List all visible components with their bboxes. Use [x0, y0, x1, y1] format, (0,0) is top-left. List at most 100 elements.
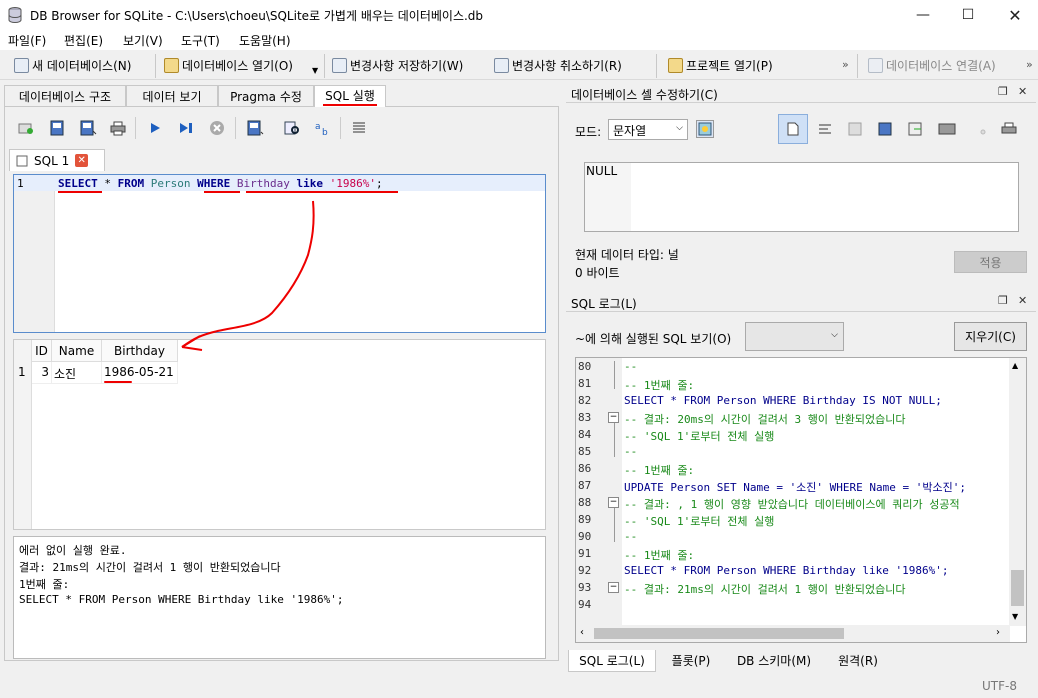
- apply-button[interactable]: 적용: [954, 251, 1027, 273]
- scroll-thumb[interactable]: [594, 628, 844, 639]
- scroll-left-icon[interactable]: ‹: [580, 627, 584, 638]
- log-line-text: --: [624, 445, 638, 458]
- mode-select[interactable]: 문자열 ⌵: [608, 119, 688, 140]
- open-database-button[interactable]: 데이터베이스 열기(O): [164, 56, 293, 74]
- auto-switch-mode-icon[interactable]: [696, 120, 714, 138]
- revert-changes-label: 변경사항 취소하기(R): [512, 58, 622, 73]
- sql-column-name: Birthday: [236, 177, 290, 190]
- close-tab-icon[interactable]: ✕: [75, 154, 89, 167]
- print-icon[interactable]: [109, 119, 127, 137]
- undock-icon[interactable]: ❐: [998, 85, 1008, 98]
- menu-bar: 파일(F) 편집(E) 보기(V) 도구(T) 도움말(H): [0, 30, 1038, 50]
- revert-changes-button[interactable]: 변경사항 취소하기(R): [494, 56, 622, 74]
- tab-sql-1[interactable]: SQL 1 ✕: [9, 149, 105, 171]
- log-line-text: -- 'SQL 1'로부터 전체 실행: [624, 430, 775, 443]
- tab-plot[interactable]: 플롯(P): [656, 650, 726, 671]
- menu-edit[interactable]: 편집(E): [64, 32, 103, 49]
- maximize-button[interactable]: ☐: [945, 0, 991, 30]
- set-null-icon[interactable]: [906, 120, 924, 138]
- cell-editor-panel: 모드: 문자열 ⌵ NULL 현재 데이터 타입: 널 0 바이트 적용: [566, 104, 1036, 290]
- word-wrap-icon[interactable]: [816, 120, 834, 138]
- execute-all-icon[interactable]: [146, 119, 164, 137]
- save-results-icon[interactable]: [246, 119, 264, 137]
- toolbar-overflow-icon-2[interactable]: »: [1026, 58, 1033, 71]
- save-sql-file-icon[interactable]: [79, 119, 97, 137]
- horizontal-scrollbar[interactable]: ‹ ›: [576, 625, 1010, 642]
- toolbar-separator: [656, 54, 657, 78]
- cell-value-editor[interactable]: NULL: [584, 162, 1019, 232]
- minimize-button[interactable]: —: [900, 0, 946, 30]
- open-folder-icon: [164, 57, 179, 73]
- main-tab-bar: 데이터베이스 구조 데이터 보기 Pragma 수정 SQL 실행: [4, 85, 564, 107]
- import-file-icon[interactable]: [846, 120, 864, 138]
- toolbar-overflow-icon[interactable]: »: [842, 58, 849, 71]
- scroll-thumb[interactable]: [1011, 570, 1024, 606]
- tab-remote[interactable]: 원격(R): [822, 650, 894, 671]
- sql-log-filter-select[interactable]: ⌵: [745, 322, 844, 351]
- find-replace-icon[interactable]: ab: [314, 119, 332, 137]
- log-line-text: -- 1번째 줄:: [624, 549, 695, 562]
- tab-edit-pragmas[interactable]: Pragma 수정: [218, 85, 314, 106]
- tab-sql-log[interactable]: SQL 로그(L): [568, 650, 656, 672]
- image-view-icon[interactable]: [938, 120, 956, 138]
- open-database-dropdown-icon[interactable]: ▼: [312, 66, 318, 75]
- data-type-label: 현재 데이터 타입: 널: [575, 248, 679, 262]
- results-grid[interactable]: ID Name Birthday 1 3 소진 1986-05-21: [13, 339, 546, 530]
- column-header-id[interactable]: ID: [32, 340, 52, 362]
- open-sql-file-icon[interactable]: [48, 119, 66, 137]
- log-line-number: 84: [578, 428, 592, 441]
- print-cell-icon[interactable]: [1000, 120, 1018, 138]
- tab-db-schema[interactable]: DB 스키마(M): [726, 650, 822, 671]
- undock-icon[interactable]: ❐: [998, 294, 1008, 307]
- execute-current-line-icon[interactable]: [177, 119, 195, 137]
- toolbar-separator: [324, 54, 325, 78]
- tab-sql-1-label: SQL 1: [34, 153, 70, 168]
- comment-lines-icon[interactable]: [350, 119, 368, 137]
- cell-editor-header: 데이터베이스 셀 수정하기(C) ❐ ✕: [566, 83, 1036, 103]
- scroll-up-icon[interactable]: ▲: [1012, 361, 1018, 370]
- open-tab-icon[interactable]: [17, 119, 35, 137]
- table-row[interactable]: 1 3 소진 1986-05-21: [14, 362, 178, 384]
- message-line-1: 에러 없이 실행 완료.: [19, 544, 127, 557]
- sql-log-viewer[interactable]: − − − 80 -- 81 -- 1번째 줄: 82 SELECT * FROM P…: [575, 357, 1027, 643]
- stop-execution-icon[interactable]: [208, 119, 226, 137]
- attach-database-button[interactable]: 데이터베이스 연결(A): [868, 56, 996, 74]
- find-text-icon[interactable]: [283, 119, 301, 137]
- column-header-name[interactable]: Name: [52, 340, 102, 362]
- log-line-text: -- 'SQL 1'로부터 전체 실행: [624, 515, 775, 528]
- menu-tools[interactable]: 도구(T): [181, 32, 220, 49]
- log-line-text: --: [624, 360, 638, 373]
- close-dock-icon[interactable]: ✕: [1018, 85, 1027, 98]
- scroll-down-icon[interactable]: ▼: [1012, 612, 1018, 621]
- cell-id[interactable]: 3: [32, 362, 52, 384]
- red-underline-condition: [246, 191, 398, 193]
- tab-execute-sql[interactable]: SQL 실행: [314, 85, 386, 107]
- close-dock-icon[interactable]: ✕: [1018, 294, 1027, 307]
- message-line-2: 결과: 21ms의 시간이 걸려서 1 행이 반환되었습니다: [19, 561, 281, 574]
- menu-file[interactable]: 파일(F): [8, 32, 46, 49]
- cell-name[interactable]: 소진: [52, 362, 102, 384]
- scroll-right-icon[interactable]: ›: [996, 627, 1000, 638]
- log-lines: 80 -- 81 -- 1번째 줄: 82 SELECT * FROM Person …: [576, 358, 1010, 628]
- export-file-icon[interactable]: [876, 120, 894, 138]
- vertical-scrollbar[interactable]: ▲ ▼: [1009, 358, 1026, 626]
- save-changes-button[interactable]: 변경사항 저장하기(W): [332, 56, 463, 74]
- new-database-button[interactable]: 새 데이터베이스(N): [14, 56, 131, 74]
- open-project-button[interactable]: 프로젝트 열기(P): [668, 56, 773, 74]
- menu-view[interactable]: 보기(V): [123, 32, 163, 49]
- clear-log-button[interactable]: 지우기(C): [954, 322, 1027, 351]
- tab-browse-data[interactable]: 데이터 보기: [126, 85, 218, 106]
- toolbar-separator: [235, 117, 236, 139]
- menu-help[interactable]: 도움말(H): [239, 32, 291, 49]
- column-header-birthday[interactable]: Birthday: [102, 340, 178, 362]
- dock-tab-bar: SQL 로그(L) 플롯(P) DB 스키마(M) 원격(R): [566, 650, 1036, 672]
- close-button[interactable]: ✕: [992, 0, 1038, 30]
- tab-database-structure[interactable]: 데이터베이스 구조: [4, 85, 126, 106]
- search-icon[interactable]: [970, 120, 988, 138]
- save-changes-label: 변경사항 저장하기(W): [350, 58, 464, 73]
- row-number: 1: [18, 365, 26, 379]
- sql-keyword-from: FROM: [117, 177, 145, 190]
- attach-database-label: 데이터베이스 연결(A): [886, 58, 996, 73]
- sql-table-name: Person: [150, 177, 191, 190]
- sql-log-title: SQL 로그(L): [571, 297, 637, 311]
